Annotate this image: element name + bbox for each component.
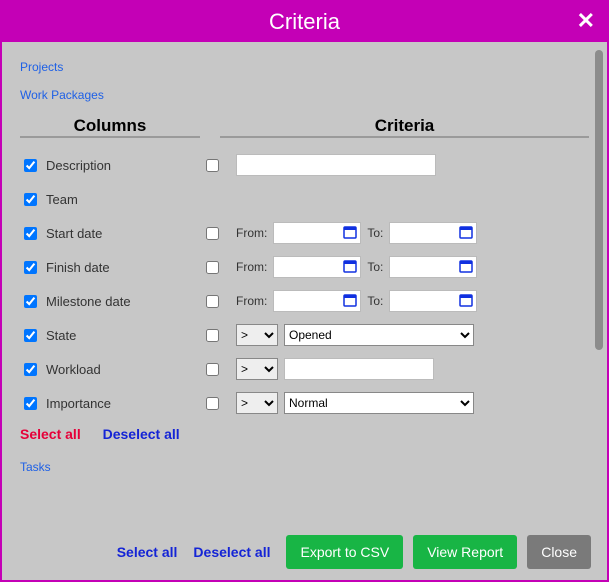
value-state[interactable]: Opened — [284, 324, 474, 346]
row-team: Team — [20, 182, 589, 216]
calendar-icon[interactable] — [343, 225, 357, 239]
row-workload: Workload > — [20, 352, 589, 386]
input-description[interactable] — [236, 154, 436, 176]
crit-chk-importance[interactable] — [206, 397, 219, 410]
label-description: Description — [46, 157, 196, 173]
crit-chk-start-date[interactable] — [206, 227, 219, 240]
row-description: Description — [20, 148, 589, 182]
op-workload[interactable]: > — [236, 358, 278, 380]
group-select-all[interactable]: Select all — [20, 426, 81, 442]
to-label-milestone: To: — [367, 294, 383, 308]
row-importance: Importance > Normal — [20, 386, 589, 420]
footer-select-all[interactable]: Select all — [117, 544, 178, 560]
col-chk-team[interactable] — [24, 193, 37, 206]
op-state[interactable]: > — [236, 324, 278, 346]
from-label-milestone: From: — [236, 294, 267, 308]
crit-chk-state[interactable] — [206, 329, 219, 342]
calendar-icon[interactable] — [459, 259, 473, 273]
group-actions: Select all Deselect all — [20, 426, 589, 442]
to-label-start: To: — [367, 226, 383, 240]
row-start-date: Start date From: To: — [20, 216, 589, 250]
from-label-finish: From: — [236, 260, 267, 274]
dialog-body: Projects Work Packages Columns Criteria … — [2, 42, 607, 580]
label-workload: Workload — [46, 361, 196, 377]
titlebar: Criteria ✕ — [2, 2, 607, 42]
crit-chk-milestone-date[interactable] — [206, 295, 219, 308]
calendar-icon[interactable] — [459, 293, 473, 307]
dialog-title: Criteria — [269, 9, 340, 35]
label-finish-date: Finish date — [46, 259, 196, 275]
crit-chk-finish-date[interactable] — [206, 261, 219, 274]
col-chk-workload[interactable] — [24, 363, 37, 376]
to-label-finish: To: — [367, 260, 383, 274]
calendar-icon[interactable] — [459, 225, 473, 239]
value-importance[interactable]: Normal — [284, 392, 474, 414]
label-milestone-date: Milestone date — [46, 293, 196, 309]
calendar-icon[interactable] — [343, 293, 357, 307]
col-chk-start-date[interactable] — [24, 227, 37, 240]
section-tasks[interactable]: Tasks — [20, 460, 51, 474]
label-importance: Importance — [46, 395, 196, 411]
header-columns: Columns — [20, 116, 200, 138]
col-chk-milestone-date[interactable] — [24, 295, 37, 308]
label-state: State — [46, 327, 196, 343]
crit-chk-workload[interactable] — [206, 363, 219, 376]
op-importance[interactable]: > — [236, 392, 278, 414]
scrollbar-thumb[interactable] — [595, 50, 603, 350]
col-chk-finish-date[interactable] — [24, 261, 37, 274]
export-button[interactable]: Export to CSV — [286, 535, 403, 569]
label-team: Team — [46, 191, 196, 207]
header-criteria: Criteria — [220, 116, 589, 138]
col-chk-state[interactable] — [24, 329, 37, 342]
label-start-date: Start date — [46, 225, 196, 241]
col-chk-importance[interactable] — [24, 397, 37, 410]
footer: Select all Deselect all Export to CSV Vi… — [2, 524, 607, 580]
scrollbar[interactable] — [595, 50, 603, 480]
col-chk-description[interactable] — [24, 159, 37, 172]
calendar-icon[interactable] — [343, 259, 357, 273]
row-milestone-date: Milestone date From: To: — [20, 284, 589, 318]
footer-deselect-all[interactable]: Deselect all — [193, 544, 270, 560]
close-button[interactable]: Close — [527, 535, 591, 569]
table-headers: Columns Criteria — [20, 116, 589, 138]
value-workload[interactable] — [284, 358, 434, 380]
from-label-start: From: — [236, 226, 267, 240]
row-state: State > Opened — [20, 318, 589, 352]
row-finish-date: Finish date From: To: — [20, 250, 589, 284]
group-deselect-all[interactable]: Deselect all — [103, 426, 180, 442]
criteria-rows: Description Team Start date From: To: — [20, 148, 589, 420]
section-projects[interactable]: Projects — [20, 60, 63, 74]
section-work-packages[interactable]: Work Packages — [20, 88, 104, 102]
crit-chk-description[interactable] — [206, 159, 219, 172]
close-icon[interactable]: ✕ — [577, 8, 595, 34]
view-report-button[interactable]: View Report — [413, 535, 517, 569]
